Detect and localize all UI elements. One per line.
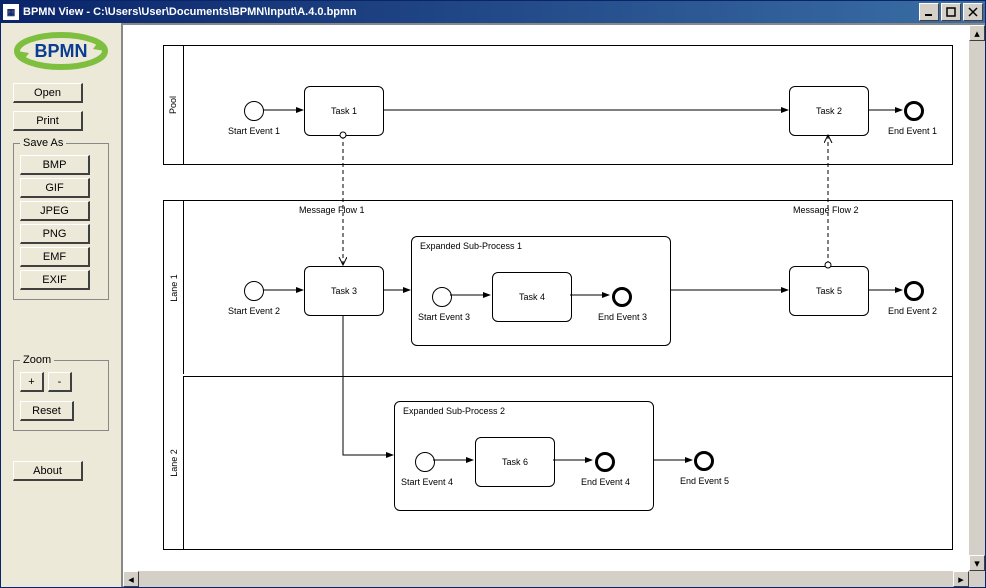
about-button[interactable]: About [13,461,83,481]
print-button[interactable]: Print [13,111,83,131]
window-buttons [917,3,983,21]
bmp-button[interactable]: BMP [20,155,90,175]
start-event-4[interactable] [415,452,435,472]
zoom-in-button[interactable]: + [20,372,44,392]
canvas-container: Pool Start Event 1 Task 1 Task 2 End Eve… [121,23,985,587]
subprocess-1[interactable]: Expanded Sub-Process 1 Start Event 3 Tas… [411,236,671,346]
end-event-1[interactable] [904,101,924,121]
scroll-right-button[interactable]: ▸ [953,571,969,587]
zoom-legend: Zoom [20,354,54,366]
subprocess-2[interactable]: Expanded Sub-Process 2 Start Event 4 Tas… [394,401,654,511]
lane-separator [184,376,952,377]
end-event-5-label: End Event 5 [680,476,729,486]
start-event-3-label: Start Event 3 [418,312,470,322]
png-button[interactable]: PNG [20,224,90,244]
bpmn-logo: BPMN [13,31,109,71]
task-2[interactable]: Task 2 [789,86,869,136]
end-event-3[interactable] [612,287,632,307]
scroll-up-button[interactable]: ▴ [969,25,985,41]
minimize-button[interactable] [919,3,939,21]
message-flow-2-label: Message Flow 2 [793,205,859,215]
end-event-5[interactable] [694,451,714,471]
start-event-4-label: Start Event 4 [401,477,453,487]
app-icon: ▦ [3,4,19,20]
pool-label: Pool [164,46,184,164]
start-event-3[interactable] [432,287,452,307]
open-button[interactable]: Open [13,83,83,103]
start-event-1[interactable] [244,101,264,121]
subprocess-1-title: Expanded Sub-Process 1 [420,241,522,251]
task-1[interactable]: Task 1 [304,86,384,136]
end-event-2-label: End Event 2 [888,306,937,316]
content-area: BPMN Open Print Save As BMP GIF JPEG PNG… [1,23,985,587]
window-title: BPMN View - C:\Users\User\Documents\BPMN… [23,6,917,18]
message-flow-1-label: Message Flow 1 [299,205,365,215]
close-button[interactable] [963,3,983,21]
save-as-group: Save As BMP GIF JPEG PNG EMF EXIF [13,143,109,300]
end-event-3-label: End Event 3 [598,312,647,322]
save-as-legend: Save As [20,137,66,149]
lane-1-label: Lane 1 [164,201,184,374]
app-window: ▦ BPMN View - C:\Users\User\Documents\BP… [0,0,986,588]
pool-top: Pool Start Event 1 Task 1 Task 2 End Eve… [163,45,953,165]
zoom-out-button[interactable]: - [48,372,72,392]
maximize-button[interactable] [941,3,961,21]
reset-button[interactable]: Reset [20,401,74,421]
end-event-4[interactable] [595,452,615,472]
svg-text:BPMN: BPMN [35,41,88,61]
zoom-group: Zoom + - Reset [13,360,109,431]
pool-bottom: Lane 1 Lane 2 Start Event 2 Task 3 Expan… [163,200,953,550]
scroll-left-button[interactable]: ◂ [123,571,139,587]
horizontal-scrollbar[interactable]: ◂ ▸ [123,571,969,587]
task-4[interactable]: Task 4 [492,272,572,322]
task-3[interactable]: Task 3 [304,266,384,316]
start-event-1-label: Start Event 1 [228,126,280,136]
task-5[interactable]: Task 5 [789,266,869,316]
vertical-scrollbar[interactable]: ▴ ▾ [969,25,985,571]
scroll-corner [969,571,985,587]
end-event-2[interactable] [904,281,924,301]
jpeg-button[interactable]: JPEG [20,201,90,221]
gif-button[interactable]: GIF [20,178,90,198]
emf-button[interactable]: EMF [20,247,90,267]
subprocess-2-title: Expanded Sub-Process 2 [403,406,505,416]
sidebar: BPMN Open Print Save As BMP GIF JPEG PNG… [1,23,121,587]
end-event-4-label: End Event 4 [581,477,630,487]
lane-2-label: Lane 2 [164,376,184,549]
start-event-2-label: Start Event 2 [228,306,280,316]
titlebar: ▦ BPMN View - C:\Users\User\Documents\BP… [1,1,985,23]
scroll-down-button[interactable]: ▾ [969,555,985,571]
end-event-1-label: End Event 1 [888,126,937,136]
task-6[interactable]: Task 6 [475,437,555,487]
start-event-2[interactable] [244,281,264,301]
exif-button[interactable]: EXIF [20,270,90,290]
diagram-canvas[interactable]: Pool Start Event 1 Task 1 Task 2 End Eve… [123,25,969,571]
